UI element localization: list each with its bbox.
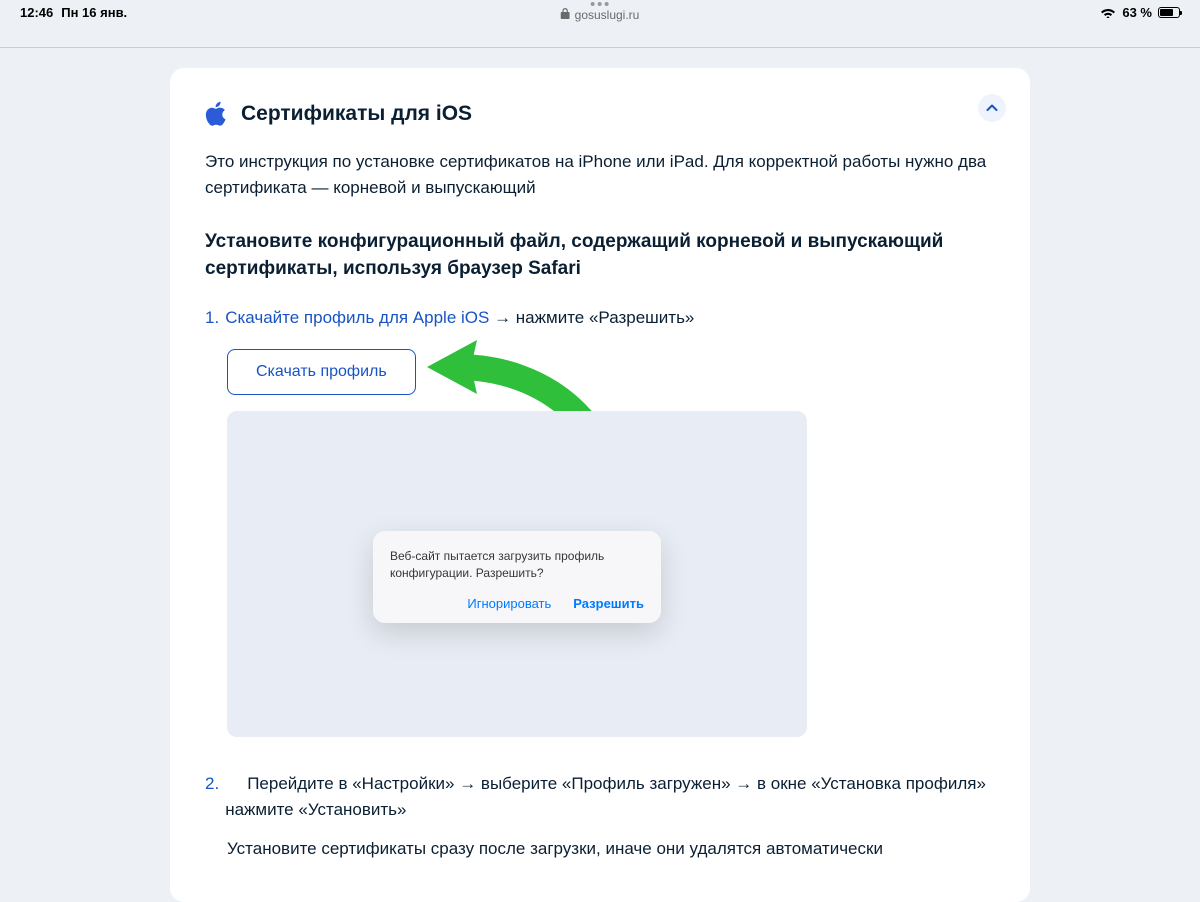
tabs-bar — [0, 24, 1200, 48]
step-2: 2. Перейдите в «Настройки» → выберите «П… — [205, 771, 995, 824]
collapse-button[interactable] — [978, 94, 1006, 122]
dialog-text: Веб-сайт пытается загрузить профиль конф… — [390, 548, 644, 582]
lock-icon — [561, 8, 570, 22]
step-2-note: Установите сертификаты сразу после загру… — [227, 836, 995, 862]
illustration-area: Веб-сайт пытается загрузить профиль конф… — [227, 411, 807, 737]
battery-icon — [1158, 7, 1180, 18]
chevron-up-icon — [986, 99, 998, 117]
step-1: 1. Скачайте профиль для Apple iOS → нажм… — [205, 305, 995, 331]
dialog-ignore-button[interactable]: Игнорировать — [467, 596, 551, 611]
url-text: gosuslugi.ru — [575, 8, 640, 22]
certificates-card: Сертификаты для iOS Это инструкция по ус… — [170, 68, 1030, 902]
apple-icon — [205, 101, 227, 127]
status-bar: 12:46 Пн 16 янв. gosuslugi.ru 63 % — [0, 0, 1200, 24]
download-profile-link[interactable]: Скачайте профиль для Apple iOS — [225, 308, 489, 327]
step-2-text: Перейдите в «Настройки» → выберите «Проф… — [225, 774, 986, 819]
tab-switcher-dots[interactable] — [591, 2, 609, 6]
status-time: 12:46 — [20, 5, 53, 20]
dialog-allow-button[interactable]: Разрешить — [573, 596, 644, 611]
ios-permission-dialog: Веб-сайт пытается загрузить профиль конф… — [373, 531, 661, 623]
card-subtitle: Установите конфигурационный файл, содерж… — [205, 228, 995, 283]
step-2-number: 2. — [205, 771, 219, 824]
battery-percent: 63 % — [1122, 5, 1152, 20]
step-1-number: 1. — [205, 305, 219, 331]
card-intro: Это инструкция по установке сертификатов… — [205, 149, 995, 202]
url-display[interactable]: gosuslugi.ru — [561, 8, 640, 22]
download-profile-button[interactable]: Скачать профиль — [227, 349, 416, 395]
status-date: Пн 16 янв. — [61, 5, 127, 20]
card-title: Сертификаты для iOS — [241, 102, 472, 126]
wifi-icon — [1100, 6, 1116, 18]
step-1-rest: → нажмите «Разрешить» — [489, 308, 694, 327]
